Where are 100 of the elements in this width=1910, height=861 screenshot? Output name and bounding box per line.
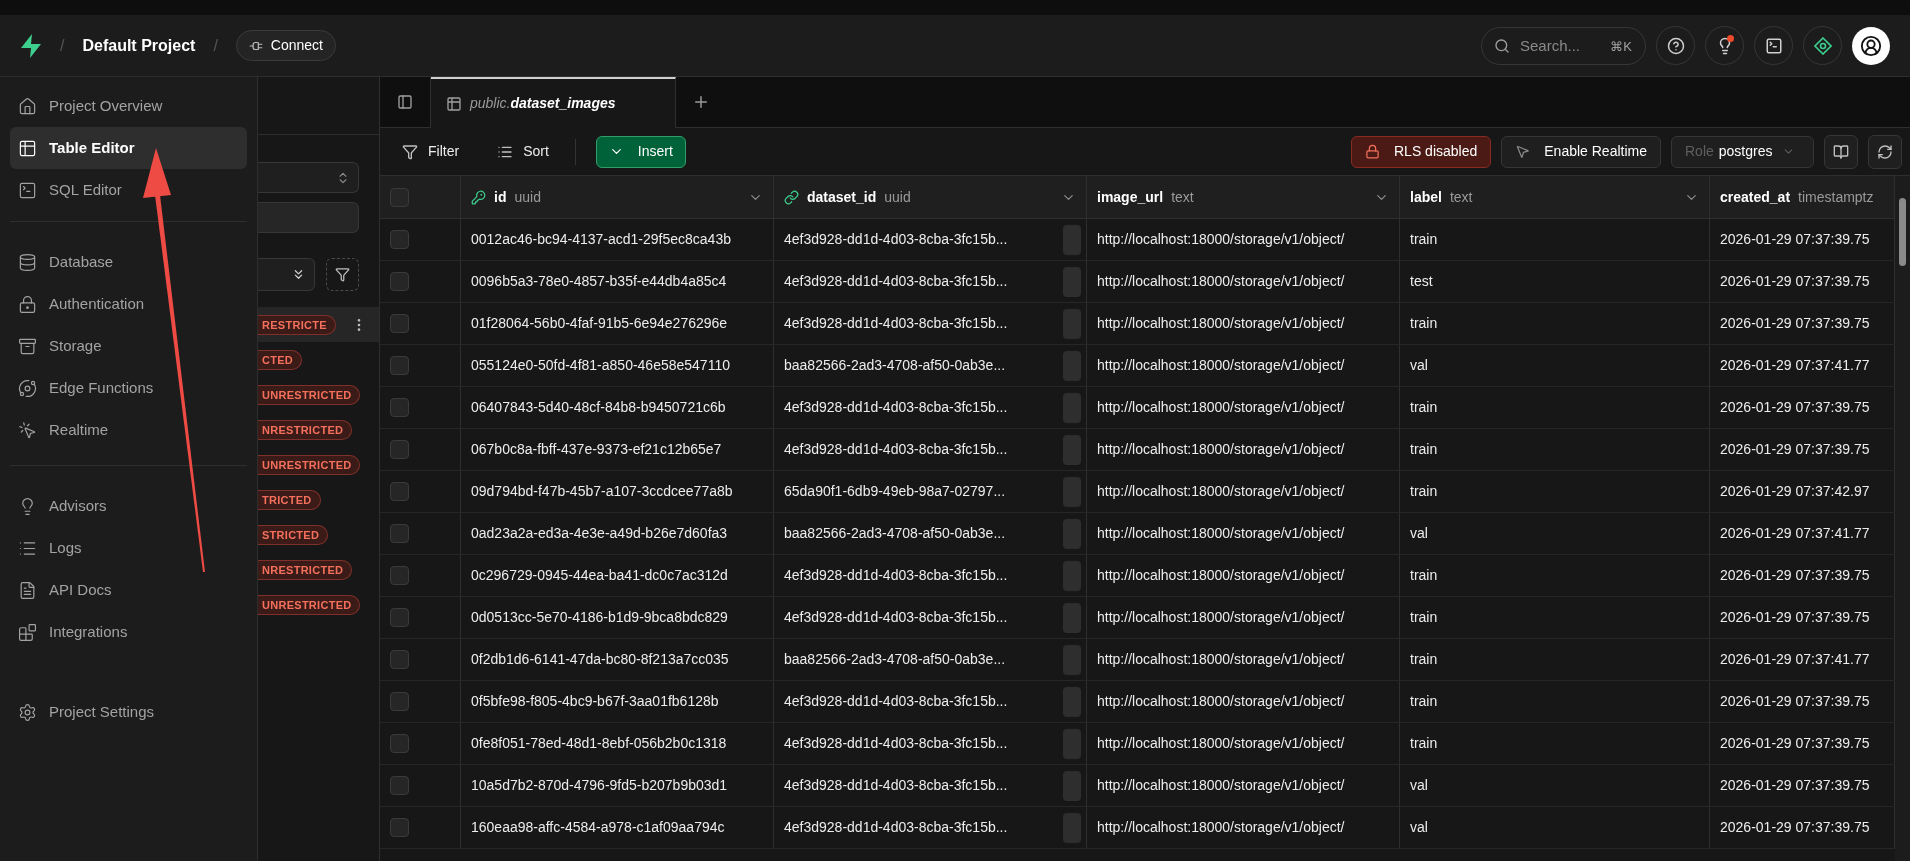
sidebar-item[interactable]: Logs — [10, 527, 247, 569]
column-header[interactable]: id uuid — [461, 176, 774, 218]
table-cell-text: 4ef3d928-dd1d-4d03-8cba-3fc15b... — [784, 692, 1008, 711]
row-checkbox[interactable] — [390, 692, 409, 711]
role-select[interactable]: Role postgres — [1671, 135, 1814, 168]
search-field[interactable] — [258, 202, 359, 233]
table-cell-text: 10a5d7b2-870d-4796-9fd5-b207b9b03d1 — [471, 776, 728, 795]
table-cell-text: test — [1410, 272, 1433, 291]
connect-button[interactable]: Connect — [235, 30, 336, 61]
table-list-item[interactable]: UNRESTRICTED — [258, 587, 379, 622]
unrestricted-badge: TRICTED — [258, 489, 321, 510]
row-checkbox[interactable] — [390, 314, 409, 333]
terminal-icon — [1764, 36, 1783, 55]
column-header[interactable]: label text — [1400, 176, 1710, 218]
sidebar-item[interactable]: Authentication — [10, 283, 247, 325]
sidebar-item[interactable]: Storage — [10, 325, 247, 367]
avatar-button[interactable] — [1852, 26, 1890, 65]
unrestricted-badge: UNRESTRICTED — [258, 594, 361, 615]
filter-button[interactable] — [326, 258, 359, 291]
table-tab[interactable]: public.dataset_images — [431, 77, 676, 128]
schema-select[interactable] — [258, 162, 359, 193]
table-cell-text: val — [1410, 356, 1428, 375]
row-checkbox[interactable] — [390, 524, 409, 543]
table-cell-text: http://localhost:18000/storage/v1/object/ — [1097, 440, 1345, 459]
filter-button[interactable]: Filter — [400, 136, 462, 167]
sidebar-item[interactable]: Project Overview — [10, 85, 247, 127]
lock-icon — [18, 294, 37, 314]
table-cell-text: 4ef3d928-dd1d-4d03-8cba-3fc15b... — [784, 272, 1008, 291]
sort-button[interactable]: Sort — [497, 136, 549, 167]
project-name[interactable]: Default Project — [82, 33, 196, 58]
breadcrumb-separator: / — [213, 35, 218, 56]
archive-icon — [18, 336, 37, 356]
row-checkbox[interactable] — [390, 650, 409, 669]
sidebar-item[interactable]: SQL Editor — [10, 169, 247, 211]
row-checkbox[interactable] — [390, 356, 409, 375]
table-cell-text: http://localhost:18000/storage/v1/object/ — [1097, 734, 1345, 753]
row-checkbox[interactable] — [390, 608, 409, 627]
table-list-item[interactable]: CTED — [258, 342, 379, 377]
user-icon — [1860, 34, 1882, 57]
row-checkbox[interactable] — [390, 734, 409, 753]
table-list-item[interactable]: UNRESTRICTED — [258, 447, 379, 482]
column-header[interactable]: image_url text — [1087, 176, 1400, 218]
row-checkbox[interactable] — [390, 776, 409, 795]
filter-icon — [335, 267, 350, 282]
row-checkbox[interactable] — [390, 482, 409, 501]
sidebar-item[interactable]: Edge Functions — [10, 367, 247, 409]
sidebar-item[interactable]: API Docs — [10, 569, 247, 611]
table-cell-text: 4ef3d928-dd1d-4d03-8cba-3fc15b... — [784, 818, 1008, 837]
table-cell-text: 0d0513cc-5e70-4186-b1d9-9bca8bdc829 — [471, 608, 728, 627]
table-cell-text: 4ef3d928-dd1d-4d03-8cba-3fc15b... — [784, 440, 1008, 459]
table-cell-text: 160eaa98-affc-4584-a978-c1af09aa794c — [471, 818, 725, 837]
table-cell-text: train — [1410, 314, 1438, 333]
row-checkbox[interactable] — [390, 230, 409, 249]
breadcrumb-separator: / — [60, 35, 65, 56]
table-list-item[interactable]: STRICTED — [258, 517, 379, 552]
column-header[interactable]: dataset_id uuid — [774, 176, 1087, 218]
table-cell-text: 2026-01-29 07:37:39.75 — [1720, 776, 1870, 795]
table-list-item[interactable]: NRESTRICTED — [258, 552, 379, 587]
table-cell-text: 2026-01-29 07:37:41.77 — [1720, 356, 1870, 375]
table-list-item[interactable]: RESTRICTE — [258, 307, 379, 342]
row-checkbox[interactable] — [390, 398, 409, 417]
unrestricted-badge: UNRESTRICTED — [258, 454, 361, 475]
table-cell-text: 4ef3d928-dd1d-4d03-8cba-3fc15b... — [784, 230, 1008, 249]
docs-button[interactable] — [1824, 134, 1858, 169]
table-cell-text: http://localhost:18000/storage/v1/object/ — [1097, 818, 1345, 837]
table-cell-text: 4ef3d928-dd1d-4d03-8cba-3fc15b... — [784, 314, 1008, 333]
sidebar-item[interactable]: Table Editor — [10, 127, 247, 169]
table-list-item[interactable]: NRESTRICTED — [258, 412, 379, 447]
table-cell-text: train — [1410, 608, 1438, 627]
row-checkbox[interactable] — [390, 272, 409, 291]
select-all-checkbox[interactable] — [390, 187, 409, 207]
link-icon — [784, 189, 799, 205]
table-icon — [446, 95, 462, 112]
shortcut-hint: ⌘K — [1610, 37, 1632, 56]
table-cell-text: baa82566-2ad3-4708-af50-0ab3e... — [784, 650, 1006, 669]
row-checkbox[interactable] — [390, 566, 409, 585]
unrestricted-badge: CTED — [258, 349, 303, 370]
logo-icon[interactable] — [20, 33, 42, 58]
sidebar-item[interactable]: Integrations — [10, 611, 247, 653]
help-icon — [1666, 36, 1685, 55]
sort-select[interactable] — [258, 258, 315, 291]
pointer-icon — [1515, 144, 1531, 159]
insert-button[interactable]: Insert — [595, 135, 686, 168]
table-cell-text: 2026-01-29 07:37:41.77 — [1720, 650, 1870, 669]
table-list-item[interactable]: TRICTED — [258, 482, 379, 517]
sidebar-item[interactable]: Advisors — [10, 485, 247, 527]
row-checkbox[interactable] — [390, 818, 409, 837]
table-list-item[interactable]: UNRESTRICTED — [258, 377, 379, 412]
sidebar-item[interactable]: Realtime — [10, 409, 247, 451]
scrollbar[interactable] — [1895, 176, 1910, 861]
refresh-button[interactable] — [1868, 134, 1902, 169]
terminal-icon — [18, 180, 37, 200]
row-checkbox[interactable] — [390, 440, 409, 459]
home-icon — [18, 96, 37, 116]
sidebar-item[interactable]: Database — [10, 241, 247, 283]
table-cell-text: http://localhost:18000/storage/v1/object/ — [1097, 650, 1345, 669]
table-cell-text: 4ef3d928-dd1d-4d03-8cba-3fc15b... — [784, 734, 1008, 753]
enable-realtime-button[interactable]: Enable Realtime — [1501, 135, 1661, 168]
table-cell-text: http://localhost:18000/storage/v1/object/ — [1097, 482, 1345, 501]
sidebar-item[interactable]: Project Settings — [10, 691, 247, 733]
